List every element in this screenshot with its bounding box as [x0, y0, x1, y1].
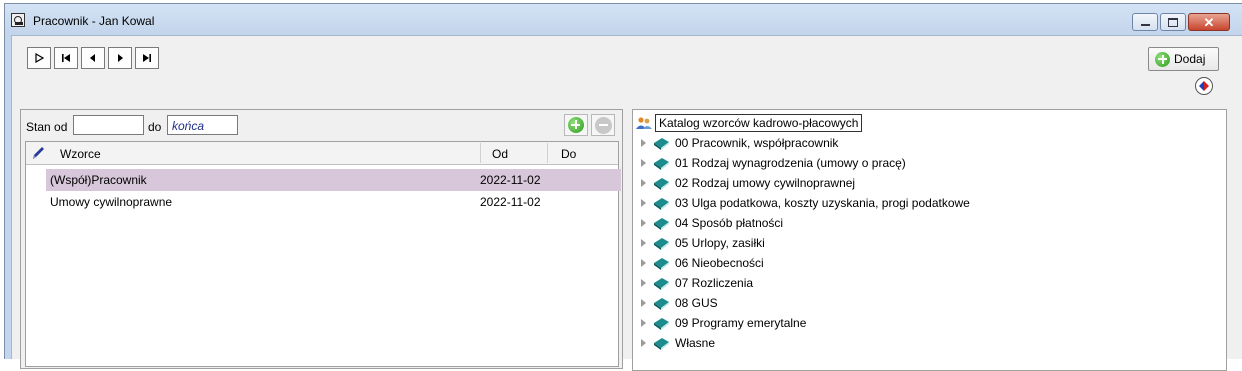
book-icon: [654, 237, 669, 250]
remove-template-button[interactable]: [591, 114, 615, 136]
pencil-icon: [33, 147, 44, 159]
book-icon: [654, 197, 669, 210]
from-date-input[interactable]: [73, 115, 144, 135]
to-date-input[interactable]: końca: [167, 115, 238, 135]
next-icon: [118, 54, 123, 62]
book-icon: [654, 177, 669, 190]
catalog-tree: Katalog wzorców kadrowo-płacowych 00 Pra…: [632, 109, 1227, 371]
tree-item-00[interactable]: 00 Pracownik, współpracownik: [639, 134, 838, 152]
column-separator: [480, 143, 481, 163]
table-header: Wzorce Od Do: [26, 142, 618, 165]
maximize-button[interactable]: [1160, 13, 1186, 31]
book-icon: [654, 317, 669, 330]
people-icon: [636, 117, 652, 129]
tree-item-04[interactable]: 04 Sposób płatności: [639, 214, 783, 232]
swap-arrows-icon: [1199, 81, 1209, 91]
expand-arrow-icon[interactable]: [641, 259, 646, 267]
templates-panel: Stan od do końca Wzorce Od Do (Współ)Pra…: [20, 109, 623, 369]
tree-item-label: 01 Rodzaj wynagrodzenia (umowy o pracę): [675, 156, 906, 170]
window-content: Dodaj Stan od do końca Wzorce Od Do (Wsp…: [11, 35, 1242, 371]
close-icon: ✕: [1203, 14, 1215, 30]
close-button[interactable]: ✕: [1188, 13, 1230, 31]
add-template-button[interactable]: [564, 114, 588, 136]
expand-arrow-icon[interactable]: [641, 199, 646, 207]
tree-item-01[interactable]: 01 Rodzaj wynagrodzenia (umowy o pracę): [639, 154, 906, 172]
book-icon: [654, 137, 669, 150]
column-separator: [547, 143, 548, 163]
next-record-button[interactable]: [108, 47, 132, 69]
skip-last-icon: [143, 54, 151, 62]
tree-item-label: 09 Programy emerytalne: [675, 316, 807, 330]
templates-table: Wzorce Od Do (Współ)Pracownik 2022-11-02…: [25, 141, 621, 367]
row-template-name: (Współ)Pracownik: [50, 173, 147, 187]
title-bar[interactable]: Pracownik - Jan Kowal ✕: [5, 4, 1242, 34]
previous-record-button[interactable]: [81, 47, 105, 69]
row-from-date: 2022-11-02: [480, 173, 541, 187]
book-icon: [654, 157, 669, 170]
tree-item-09[interactable]: 09 Programy emerytalne: [639, 314, 806, 332]
tree-item-05[interactable]: 05 Urlopy, zasiłki: [639, 234, 765, 252]
tree-item-07[interactable]: 07 Rozliczenia: [639, 274, 753, 292]
tree-item-03[interactable]: 03 Ulga podatkowa, koszty uzyskania, pro…: [639, 194, 970, 212]
minimize-icon: [1140, 24, 1150, 26]
tree-root-label: Katalog wzorców kadrowo-płacowych: [655, 114, 863, 132]
column-header-from[interactable]: Od: [492, 147, 508, 161]
new-record-button[interactable]: [27, 47, 51, 69]
expand-arrow-icon[interactable]: [641, 179, 646, 187]
tree-item-label: 07 Rozliczenia: [675, 276, 754, 290]
to-label: do: [148, 120, 162, 134]
expand-arrow-icon[interactable]: [641, 239, 646, 247]
app-icon: [11, 13, 25, 27]
tree-item-label: 05 Urlopy, zasiłki: [675, 236, 765, 250]
table-row[interactable]: Umowy cywilnoprawne 2022-11-02: [46, 191, 621, 213]
row-from-date: 2022-11-02: [480, 195, 541, 209]
table-row[interactable]: (Współ)Pracownik 2022-11-02: [46, 169, 621, 191]
last-record-button[interactable]: [135, 47, 159, 69]
book-icon: [654, 257, 669, 270]
tree-root[interactable]: Katalog wzorców kadrowo-płacowych: [636, 114, 863, 132]
first-record-button[interactable]: [54, 47, 78, 69]
tree-item-06[interactable]: 06 Nieobecności: [639, 254, 764, 272]
remove-template-icon: [594, 116, 612, 134]
book-icon: [654, 337, 669, 350]
tree-item-own[interactable]: Własne: [639, 334, 715, 352]
tree-item-label: Własne: [675, 336, 716, 350]
row-template-name: Umowy cywilnoprawne: [50, 195, 173, 209]
tree-item-08[interactable]: 08 GUS: [639, 294, 718, 312]
column-header-templates[interactable]: Wzorce: [60, 147, 101, 161]
from-label: Stan od: [26, 120, 68, 134]
tree-item-label: 03 Ulga podatkowa, koszty uzyskania, pro…: [675, 196, 970, 210]
maximize-icon: [1168, 17, 1178, 27]
expand-arrow-icon[interactable]: [641, 219, 646, 227]
tree-item-label: 02 Rodzaj umowy cywilnoprawnej: [675, 176, 856, 190]
column-header-to[interactable]: Do: [561, 147, 576, 161]
expand-arrow-icon[interactable]: [641, 279, 646, 287]
window-title: Pracownik - Jan Kowal: [33, 14, 155, 28]
tree-item-label: 00 Pracownik, współpracownik: [675, 136, 839, 150]
employee-window: Pracownik - Jan Kowal ✕ Dodaj Stan od do…: [4, 3, 1242, 371]
expand-arrow-icon[interactable]: [641, 159, 646, 167]
book-icon: [654, 277, 669, 290]
previous-icon: [90, 54, 95, 62]
expand-arrow-icon[interactable]: [641, 339, 646, 347]
tree-item-label: 08 GUS: [675, 296, 718, 310]
book-icon: [654, 217, 669, 230]
tree-item-02[interactable]: 02 Rodzaj umowy cywilnoprawnej: [639, 174, 855, 192]
expand-arrow-icon[interactable]: [641, 139, 646, 147]
add-button[interactable]: Dodaj: [1148, 47, 1219, 71]
minimize-button[interactable]: [1132, 13, 1158, 31]
tree-item-label: 06 Nieobecności: [675, 256, 764, 270]
book-icon: [654, 297, 669, 310]
swap-icon[interactable]: [1195, 77, 1213, 95]
tree-item-label: 04 Sposób płatności: [675, 216, 784, 230]
skip-first-icon: [62, 54, 70, 62]
play-outline-icon: [35, 53, 44, 63]
add-button-label: Dodaj: [1174, 52, 1206, 66]
add-icon: [1155, 51, 1170, 67]
add-template-icon: [568, 117, 584, 133]
expand-arrow-icon[interactable]: [641, 299, 646, 307]
expand-arrow-icon[interactable]: [641, 319, 646, 327]
